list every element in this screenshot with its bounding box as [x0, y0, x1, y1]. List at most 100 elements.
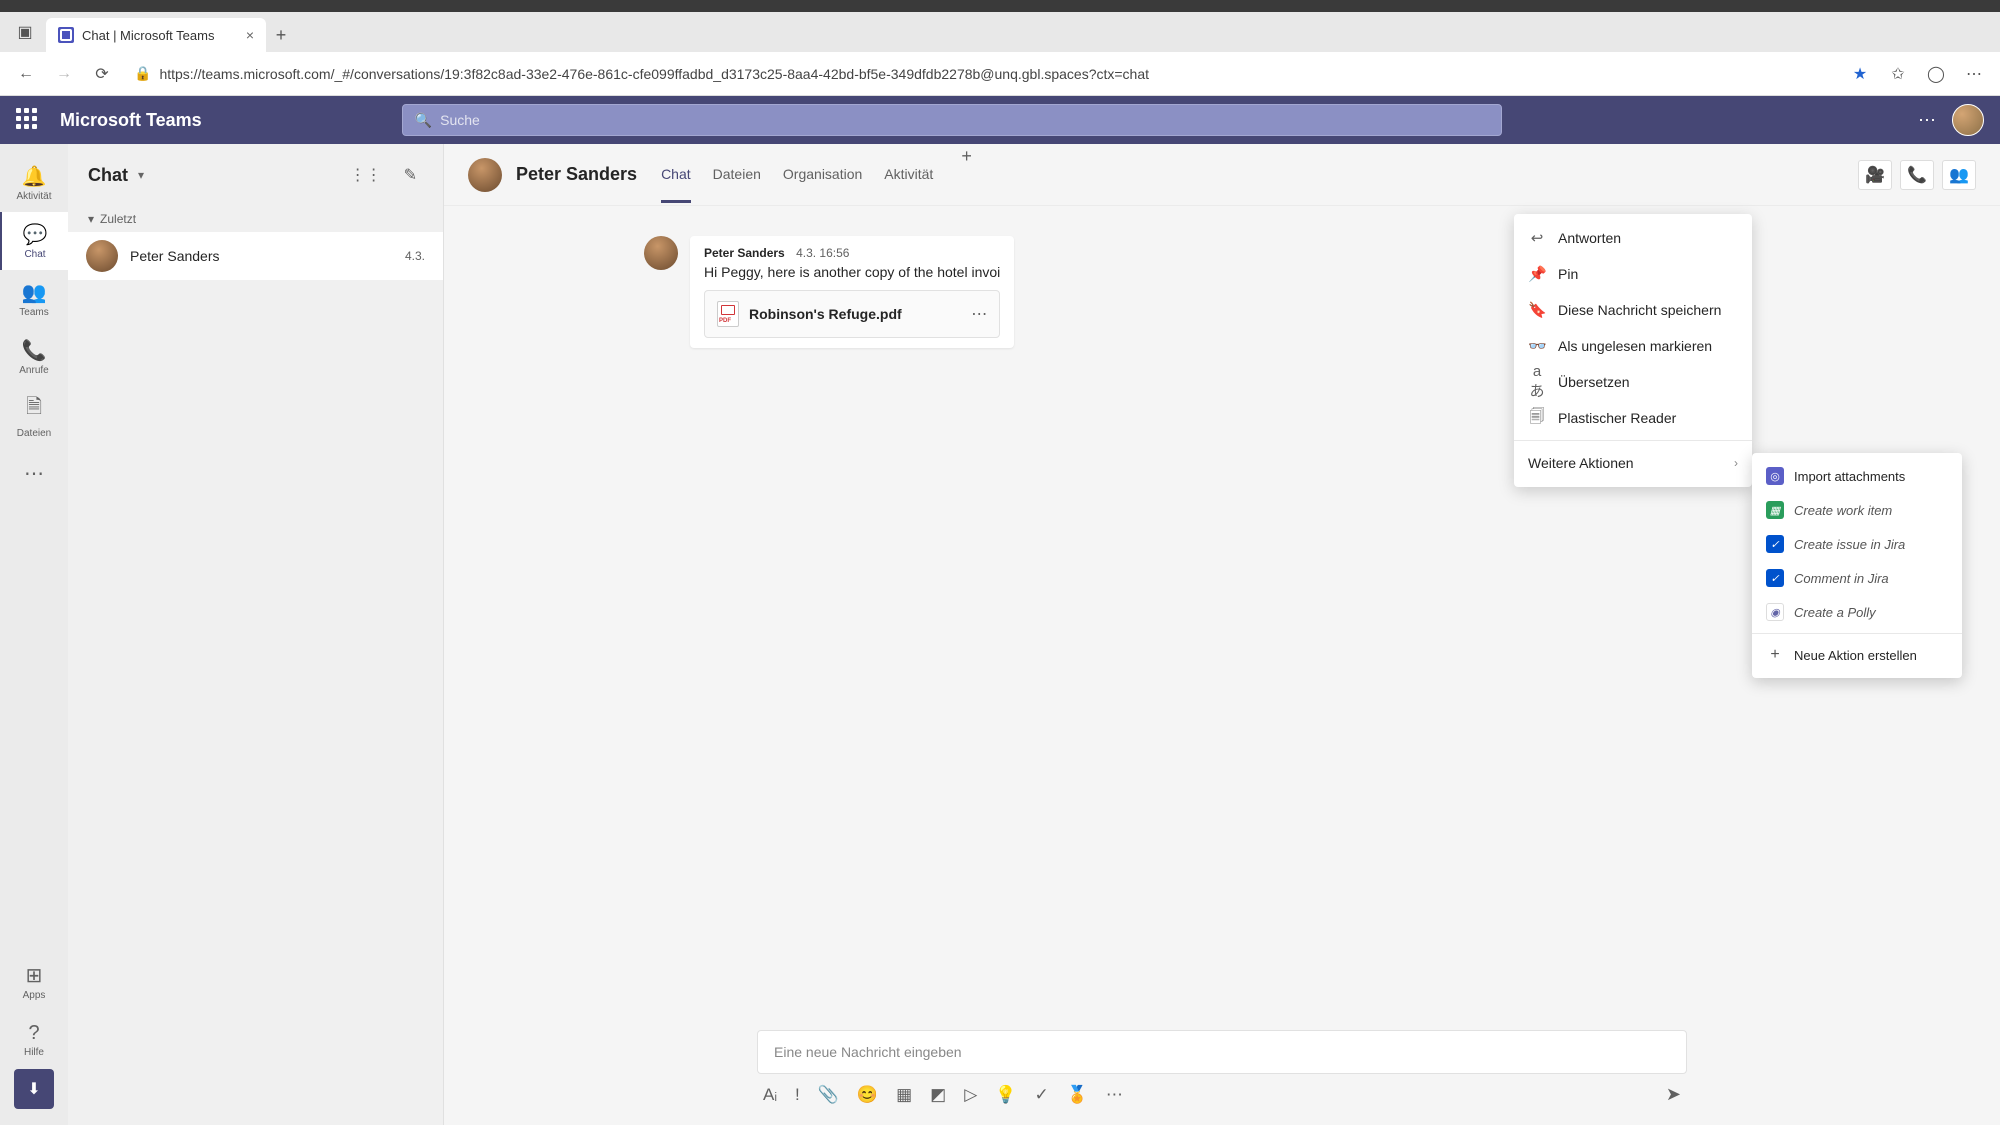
- download-button[interactable]: ⬇: [14, 1069, 54, 1109]
- stream-icon[interactable]: 💡: [995, 1085, 1016, 1105]
- browser-menu-icon[interactable]: ⋯: [1958, 58, 1990, 90]
- tab-files[interactable]: Dateien: [713, 146, 761, 203]
- browser-tab[interactable]: Chat | Microsoft Teams ×: [46, 18, 266, 52]
- chat-section-header[interactable]: ▾ Zuletzt: [68, 206, 443, 232]
- conversation-title: Peter Sanders: [516, 164, 637, 185]
- approve-icon[interactable]: ✓: [1034, 1085, 1048, 1105]
- new-tab-button[interactable]: +: [266, 20, 296, 50]
- app-launcher-icon[interactable]: [16, 108, 40, 132]
- rail-more[interactable]: ⋯: [0, 444, 68, 502]
- settings-menu-icon[interactable]: ⋯: [1918, 110, 1936, 131]
- submenu-create-jira-issue[interactable]: ✓Create issue in Jira: [1752, 527, 1962, 561]
- chat-icon: 💬: [23, 222, 48, 247]
- menu-save[interactable]: 🔖Diese Nachricht speichern: [1514, 292, 1752, 328]
- chevron-down-icon[interactable]: ▾: [138, 168, 144, 182]
- submenu-create-polly[interactable]: ◉Create a Polly: [1752, 595, 1962, 629]
- attachment-card[interactable]: Robinson's Refuge.pdf ⋯: [704, 290, 1000, 338]
- add-tab-button[interactable]: +: [955, 146, 978, 203]
- compose-input[interactable]: Eine neue Nachricht eingeben: [757, 1030, 1687, 1074]
- close-tab-icon[interactable]: ×: [246, 27, 254, 43]
- priority-icon[interactable]: !: [795, 1085, 800, 1105]
- reload-button[interactable]: ⟳: [86, 58, 118, 90]
- rail-help[interactable]: ? Hilfe: [0, 1011, 68, 1069]
- bell-icon: 🔔: [22, 164, 47, 189]
- submenu-create-work-item[interactable]: ▦Create work item: [1752, 493, 1962, 527]
- browser-toolbar: ← → ⟳ 🔒 https://teams.microsoft.com/_#/c…: [0, 52, 2000, 96]
- video-call-button[interactable]: 🎥: [1858, 160, 1892, 190]
- chevron-right-icon: ›: [1734, 456, 1738, 470]
- workitem-icon: ▦: [1766, 501, 1784, 519]
- url-text: https://teams.microsoft.com/_#/conversat…: [159, 66, 1149, 82]
- rail-teams[interactable]: 👥 Teams: [0, 270, 68, 328]
- chat-item-date: 4.3.: [405, 249, 425, 263]
- search-input[interactable]: 🔍 Suche: [402, 104, 1502, 136]
- menu-label: Import attachments: [1794, 469, 1905, 484]
- menu-more-actions[interactable]: Weitere Aktionen ›: [1514, 445, 1752, 481]
- plus-icon: +: [1766, 646, 1784, 664]
- tab-organisation[interactable]: Organisation: [783, 146, 862, 203]
- menu-label: Neue Aktion erstellen: [1794, 648, 1917, 663]
- message-bubble[interactable]: Peter Sanders 4.3. 16:56 Hi Peggy, here …: [690, 236, 1014, 348]
- phone-icon: 📞: [22, 338, 47, 363]
- rail-files[interactable]: 🗎 Dateien: [0, 386, 68, 444]
- profile-icon[interactable]: ◯: [1920, 58, 1952, 90]
- praise-icon[interactable]: 🏅: [1067, 1085, 1088, 1105]
- menu-unread[interactable]: 👓Als ungelesen markieren: [1514, 328, 1752, 364]
- rail-label: Aktivität: [16, 191, 51, 202]
- tab-actions-icon[interactable]: ▣: [10, 17, 40, 47]
- sticker-icon[interactable]: ◩: [930, 1085, 946, 1105]
- favorite-star-icon[interactable]: ★: [1844, 58, 1876, 90]
- schedule-icon[interactable]: ▷: [964, 1085, 977, 1105]
- pin-icon: 📌: [1528, 265, 1546, 283]
- rail-chat[interactable]: 💬 Chat: [0, 212, 68, 270]
- menu-translate[interactable]: aあÜbersetzen: [1514, 364, 1752, 400]
- rail-calls[interactable]: 📞 Anrufe: [0, 328, 68, 386]
- address-bar[interactable]: 🔒 https://teams.microsoft.com/_#/convers…: [124, 58, 1838, 90]
- submenu-new-action[interactable]: + Neue Aktion erstellen: [1752, 638, 1962, 672]
- rail-apps[interactable]: ⊞ Apps: [0, 953, 68, 1011]
- attachment-more-icon[interactable]: ⋯: [971, 304, 987, 324]
- filter-icon[interactable]: ⋮⋮: [344, 159, 388, 191]
- rail-label: Chat: [24, 249, 45, 260]
- tab-activity[interactable]: Aktivität: [884, 146, 933, 203]
- teams-header: Microsoft Teams 🔍 Suche ⋯: [0, 96, 2000, 144]
- menu-reply[interactable]: ↩Antworten: [1514, 220, 1752, 256]
- message-author: Peter Sanders: [704, 246, 785, 260]
- audio-call-button[interactable]: 📞: [1900, 160, 1934, 190]
- chat-panel-title: Chat: [88, 165, 128, 186]
- window-titlebar: [0, 0, 2000, 12]
- format-icon[interactable]: Aᵢ: [763, 1085, 777, 1105]
- send-button[interactable]: ➤: [1666, 1084, 1681, 1105]
- new-chat-icon[interactable]: ✎: [398, 159, 423, 191]
- menu-label: Pin: [1558, 266, 1578, 282]
- submenu-import-attachments[interactable]: ◎Import attachments: [1752, 459, 1962, 493]
- tab-title: Chat | Microsoft Teams: [82, 28, 214, 43]
- message-context-menu: ↩Antworten 📌 Pin 🔖Diese Nachricht speiche…: [1514, 214, 1752, 487]
- forward-button[interactable]: →: [48, 58, 80, 90]
- rail-label: Hilfe: [24, 1047, 44, 1058]
- user-avatar[interactable]: [1952, 104, 1984, 136]
- tab-chat[interactable]: Chat: [661, 146, 691, 203]
- apps-icon: ⊞: [26, 963, 43, 988]
- submenu-comment-jira[interactable]: ✓Comment in Jira: [1752, 561, 1962, 595]
- message-text: Hi Peggy, here is another copy of the ho…: [704, 264, 1000, 280]
- emoji-icon[interactable]: 😊: [857, 1085, 878, 1105]
- message-list: Peter Sanders 4.3. 16:56 Hi Peggy, here …: [444, 206, 2000, 1030]
- attach-icon[interactable]: 📎: [818, 1085, 839, 1105]
- attachment-filename: Robinson's Refuge.pdf: [749, 306, 902, 322]
- compose-more-icon[interactable]: ⋯: [1106, 1085, 1123, 1105]
- back-button[interactable]: ←: [10, 58, 42, 90]
- pdf-icon: [717, 301, 739, 327]
- browser-tab-strip: ▣ Chat | Microsoft Teams × +: [0, 12, 2000, 52]
- menu-pin[interactable]: 📌 Pin: [1514, 256, 1752, 292]
- rail-activity[interactable]: 🔔 Aktivität: [0, 154, 68, 212]
- favorites-icon[interactable]: ✩: [1882, 58, 1914, 90]
- search-icon: 🔍: [415, 112, 432, 129]
- rail-label: Dateien: [17, 428, 51, 439]
- gif-icon[interactable]: ▦: [896, 1085, 912, 1105]
- menu-divider: [1752, 633, 1962, 634]
- chat-list-item[interactable]: Peter Sanders 4.3.: [68, 232, 443, 280]
- menu-reader[interactable]: 🗐Plastischer Reader: [1514, 400, 1752, 436]
- menu-label: Weitere Aktionen: [1528, 455, 1634, 471]
- add-people-button[interactable]: 👥: [1942, 160, 1976, 190]
